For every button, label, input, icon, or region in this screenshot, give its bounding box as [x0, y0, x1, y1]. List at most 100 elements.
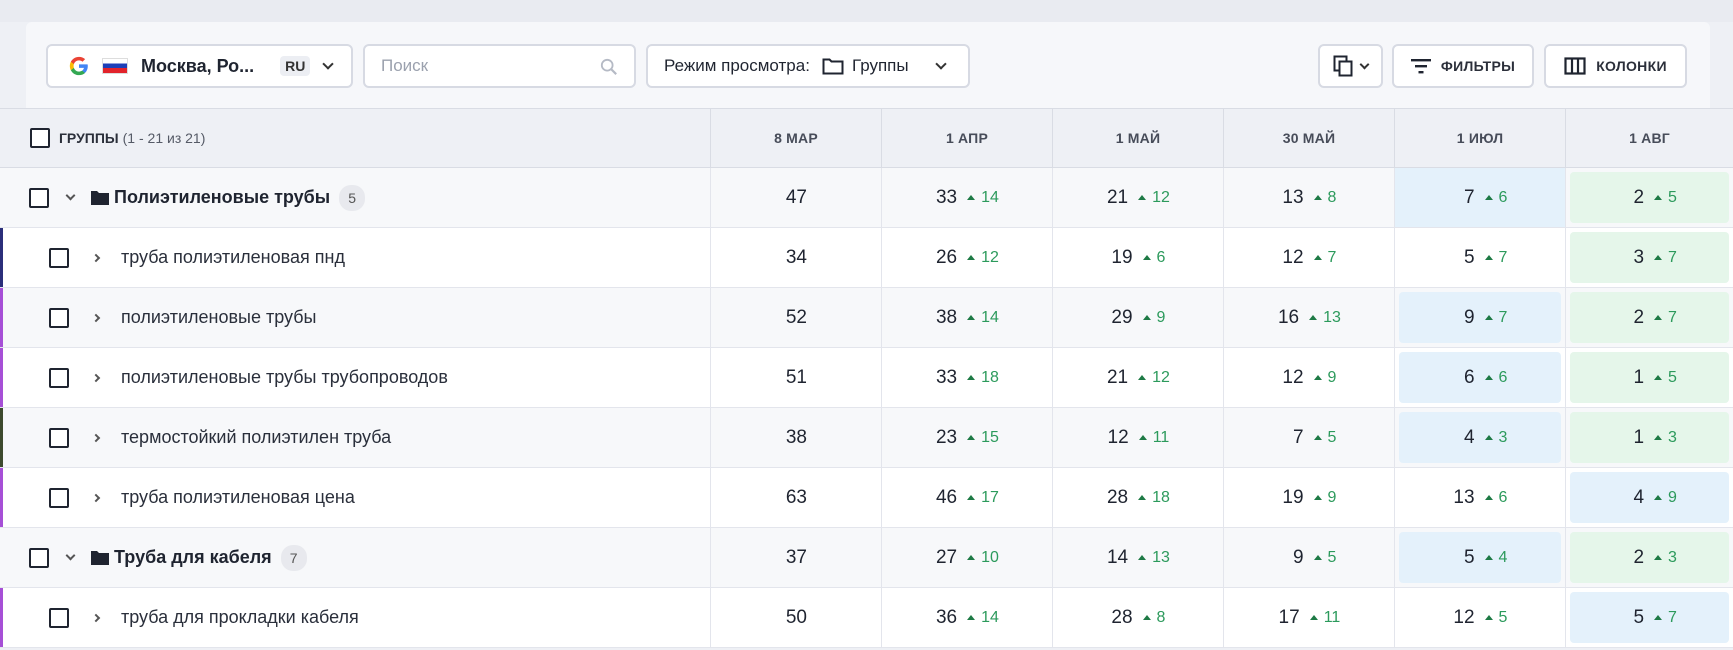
date-column-header[interactable]: 1 АВГ [1565, 109, 1733, 167]
select-all-checkbox[interactable] [30, 128, 50, 148]
expand-icon[interactable] [91, 613, 101, 622]
copy-menu-button[interactable] [1318, 44, 1383, 88]
expand-icon[interactable] [91, 433, 101, 442]
view-mode-select[interactable]: Режим просмотра: Группы [646, 44, 970, 88]
folder-icon [91, 551, 109, 565]
position-cell: 19 9 [1223, 468, 1394, 527]
position-value: 23 [935, 426, 958, 448]
arrow-up-icon [1138, 435, 1147, 440]
row-checkbox[interactable] [29, 547, 49, 568]
position-change: 14 [967, 609, 999, 627]
change-value: 10 [981, 548, 999, 566]
position-value: 13 [1282, 186, 1304, 208]
position-change: 5 [1484, 608, 1508, 627]
position-change: 5 [1313, 548, 1337, 567]
change-value: 9 [1327, 368, 1337, 386]
change-value: 14 [981, 188, 999, 206]
keyword-row[interactable]: труба полиэтиленовая цена 63 46 17 28 18 19 9 13… [0, 468, 1733, 528]
arrow-up-icon [967, 375, 976, 380]
keyword-name: термостойкий полиэтилен труба [121, 427, 392, 447]
row-checkbox[interactable] [49, 307, 69, 328]
change-value: 5 [1668, 368, 1677, 386]
location-selector[interactable]: Москва, Ро... RU [46, 44, 353, 88]
view-mode-value: Группы [851, 56, 909, 75]
filters-button[interactable]: ФИЛЬТРЫ [1392, 44, 1534, 88]
arrow-up-icon [1309, 315, 1318, 320]
arrow-up-icon [1313, 435, 1322, 440]
change-value: 5 [1498, 608, 1508, 626]
expand-icon[interactable] [91, 313, 101, 322]
date-column-header[interactable]: 1 АПР [881, 109, 1052, 167]
date-column-header[interactable]: 30 МАЙ [1223, 109, 1394, 167]
keyword-name: труба для прокладки кабеля [121, 607, 359, 627]
position-cell: 34 [710, 228, 881, 287]
date-label: 1 ИЮЛ [1456, 130, 1504, 146]
expand-icon[interactable] [91, 253, 101, 262]
columns-button[interactable]: КОЛОНКИ [1544, 44, 1687, 88]
arrow-up-icon [1654, 255, 1663, 260]
position-change: 3 [1654, 429, 1677, 447]
position-change: 6 [1142, 249, 1165, 267]
position-cell: 49 [1565, 468, 1733, 527]
position-change: 5 [1313, 429, 1336, 447]
keyword-row[interactable]: термостойкий полиэтилен труба 38 23 15 12 11 7… [0, 408, 1733, 468]
position-cell: 23 [1565, 528, 1733, 587]
row-checkbox[interactable] [29, 187, 49, 208]
group-row[interactable]: Полиэтиленовые трубы 5 47 33 14 21 12 13 8 7 6 2 5 [0, 168, 1733, 228]
expand-icon[interactable] [91, 493, 101, 502]
position-change: 13 [1309, 309, 1341, 327]
change-value: 5 [1327, 548, 1337, 566]
arrow-up-icon [1484, 315, 1493, 320]
date-column-header[interactable]: 1 МАЙ [1052, 109, 1223, 167]
position-cell: 76 [1394, 168, 1565, 227]
position-change: 7 [1654, 249, 1677, 267]
collapse-icon[interactable] [65, 550, 76, 560]
arrow-up-icon [1484, 435, 1493, 440]
position-cell: 21 12 [1052, 348, 1223, 407]
position-value: 7 [1463, 186, 1475, 208]
position-change: 4 [1484, 549, 1507, 567]
change-value: 15 [981, 428, 999, 446]
position-value: 1 [1633, 426, 1645, 448]
arrow-up-icon [967, 615, 976, 620]
filters-label: ФИЛЬТРЫ [1440, 58, 1516, 74]
change-value: 6 [1498, 368, 1508, 386]
arrow-up-icon [1138, 375, 1147, 380]
position-value: 9 [1292, 546, 1304, 568]
group-row[interactable]: Труба для кабеля 7 37 27 10 14 13 9 5 5 4 2 3 [0, 528, 1733, 588]
arrow-up-icon [967, 195, 976, 200]
position-cell: 13 [1565, 408, 1733, 467]
position-cell: 25 [1565, 168, 1733, 227]
row-checkbox[interactable] [49, 247, 69, 268]
row-checkbox[interactable] [49, 427, 69, 448]
expand-icon[interactable] [91, 373, 101, 382]
keyword-row[interactable]: полиэтиленовые трубы трубопроводов 51 33 18… [0, 348, 1733, 408]
search-icon [600, 58, 617, 75]
arrow-up-icon [967, 255, 976, 260]
collapse-icon[interactable] [65, 190, 76, 200]
row-checkbox[interactable] [49, 367, 69, 388]
name-cell: труба полиэтиленовая пнд [0, 228, 710, 287]
name-cell: термостойкий полиэтилен труба [0, 408, 710, 467]
position-cell: 37 [710, 528, 881, 587]
date-column-header[interactable]: 8 МАР [710, 109, 881, 167]
keyword-row[interactable]: труба полиэтиленовая пнд 34 26 12 19 6 12 7 5 7 3 7 [0, 228, 1733, 288]
position-cell: 50 [710, 588, 881, 647]
chevron-down-icon [934, 58, 947, 70]
keyword-row[interactable]: полиэтиленовые трубы 52 38 14 29 9 16 13 9 7 2 7 [0, 288, 1733, 348]
arrow-up-icon [1654, 495, 1663, 500]
position-change: 6 [1484, 489, 1507, 507]
keyword-name: труба полиэтиленовая пнд [121, 247, 345, 267]
row-checkbox[interactable] [49, 487, 69, 508]
position-value: 36 [935, 606, 958, 628]
row-checkbox[interactable] [49, 607, 69, 628]
search-input[interactable]: Поиск [363, 44, 636, 88]
position-change: 18 [967, 369, 999, 387]
change-value: 8 [1327, 188, 1337, 206]
keyword-name: труба полиэтиленовая цена [121, 487, 355, 507]
keyword-row[interactable]: труба для прокладки кабеля 50 36 14 28 8 17 11 1… [0, 588, 1733, 648]
date-column-header[interactable]: 1 ИЮЛ [1394, 109, 1565, 167]
position-cell: 13 8 [1223, 168, 1394, 227]
position-cell: 26 12 [881, 228, 1052, 287]
position-change: 11 [1138, 429, 1169, 447]
